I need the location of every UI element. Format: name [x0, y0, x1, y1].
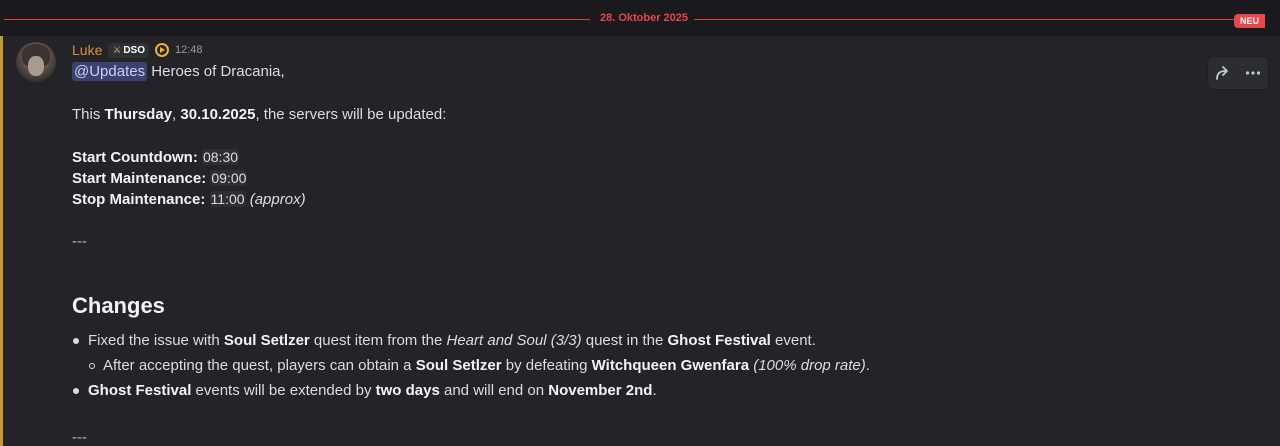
intro-day: Thursday	[104, 106, 173, 123]
intro-suffix: , the servers will be updated:	[255, 106, 447, 123]
intro-date: 30.10.2025	[180, 106, 256, 123]
sword-icon: ⚔	[112, 44, 122, 56]
bullet-dot	[73, 388, 79, 394]
mention-highlight-bar	[0, 36, 3, 446]
text: event.	[770, 332, 816, 349]
bold-text: Ghost Festival	[667, 332, 771, 349]
schedule-time: 09:00	[210, 170, 248, 186]
text: quest item from the	[309, 332, 447, 349]
date-divider: 28. Oktober 2025	[4, 11, 1268, 27]
username[interactable]: Luke	[72, 42, 102, 58]
message[interactable]: Luke ⚔ DSO 12:48 @Updates Heroes of Drac…	[0, 36, 1280, 446]
schedule-label: Start Countdown:	[72, 149, 198, 166]
text: by defeating	[501, 357, 592, 374]
guild-tag-label: DSO	[123, 44, 145, 56]
changes-heading: Changes	[72, 293, 165, 318]
bold-text: November 2nd	[548, 382, 653, 399]
italic-text: Heart and Soul (3/3)	[446, 332, 582, 349]
list-item: Fixed the issue with Soul Setlzer quest …	[88, 331, 1268, 351]
chat-view: 28. Oktober 2025 NEU Luke ⚔ DSO 12:48 @U…	[0, 0, 1280, 446]
italic-text: (100% drop rate)	[753, 357, 866, 374]
schedule-time: 11:00	[209, 191, 246, 207]
schedule-start-maintenance: Start Maintenance: 09:00	[72, 168, 1252, 189]
greeting-text: Heroes of Dracania,	[147, 63, 285, 80]
separator: ---	[72, 233, 87, 250]
text: Fixed the issue with	[88, 332, 224, 349]
guild-tag[interactable]: ⚔ DSO	[108, 42, 149, 58]
text: and will end on	[439, 382, 549, 399]
sub-list-item: After accepting the quest, players can o…	[103, 356, 1280, 376]
list-item: Ghost Festival events will be extended b…	[88, 381, 1268, 401]
avatar[interactable]	[16, 42, 56, 82]
schedule-note: (approx)	[249, 191, 306, 208]
schedule-label: Stop Maintenance:	[72, 191, 206, 208]
text: After accepting the quest, players can o…	[103, 357, 416, 374]
divider-line-left	[4, 19, 590, 20]
bold-text: Ghost Festival	[88, 382, 192, 399]
boost-icon	[155, 43, 169, 57]
timestamp[interactable]: 12:48	[175, 44, 203, 56]
text: .	[865, 357, 870, 374]
text: events will be extended by	[191, 382, 376, 399]
bold-text: two days	[375, 382, 440, 399]
message-header: Luke ⚔ DSO 12:48	[72, 41, 203, 59]
schedule-start-countdown: Start Countdown: 08:30	[72, 147, 1252, 168]
schedule-time: 08:30	[201, 149, 240, 165]
schedule-stop-maintenance: Stop Maintenance: 11:00 (approx)	[72, 189, 1252, 210]
text: .	[652, 382, 657, 399]
greeting-line: @Updates Heroes of Dracania,	[72, 62, 1252, 82]
divider-line-right	[694, 19, 1234, 20]
divider-date: 28. Oktober 2025	[599, 12, 689, 24]
bold-text: Soul Setlzer	[415, 357, 502, 374]
separator: ---	[72, 429, 87, 446]
new-messages-badge[interactable]: NEU	[1234, 14, 1266, 28]
role-mention[interactable]: @Updates	[72, 62, 148, 81]
text: quest in the	[581, 332, 668, 349]
avatar-face	[28, 56, 44, 76]
sub-bullet-circle	[89, 363, 95, 369]
schedule-label: Start Maintenance:	[72, 170, 207, 187]
bold-text: Soul Setlzer	[223, 332, 310, 349]
intro-prefix: This	[72, 106, 105, 123]
intro-line: This Thursday, 30.10.2025, the servers w…	[72, 105, 1252, 125]
bold-text: Witchqueen Gwenfara	[591, 357, 750, 374]
bullet-dot	[73, 338, 79, 344]
